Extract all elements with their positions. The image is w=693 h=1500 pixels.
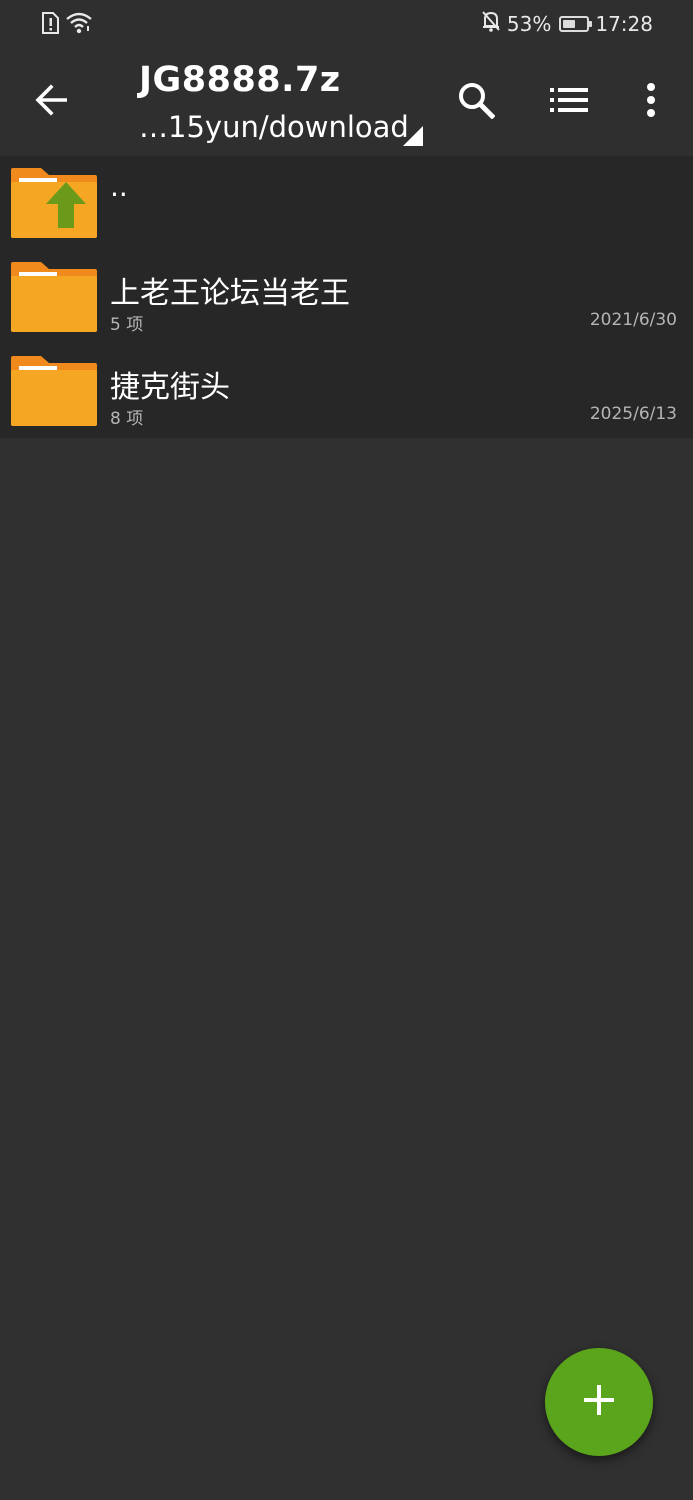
search-icon [457,81,496,123]
status-left [40,12,92,38]
plus-icon [584,1385,614,1419]
folder-up-icon [11,168,97,238]
list-item[interactable]: 上老王论坛当老王 5 项 2021/6/30 [0,250,693,344]
archive-title: JG8888.7z [139,60,341,100]
path-label: …15yun/download [139,110,409,144]
back-arrow-icon [35,84,69,120]
path-dropdown[interactable]: …15yun/download [139,110,429,150]
file-list: .. 上老王论坛当老王 5 项 2021/6/30 捷克街头 8 项 2025/… [0,156,693,438]
wifi-icon [66,12,92,38]
battery-icon [559,15,593,32]
list-item[interactable]: 捷克街头 8 项 2025/6/13 [0,344,693,438]
modified-date: 2021/6/30 [589,310,677,330]
folder-icon [11,262,97,332]
folder-icon [11,356,97,426]
back-button[interactable] [24,74,80,130]
battery-percent: 53% [506,11,552,36]
parent-folder-name: .. [110,170,128,203]
folder-name: 上老王论坛当老王 [110,276,350,311]
list-view-icon [550,87,588,117]
battery-fill [563,19,576,28]
view-mode-button[interactable] [541,74,597,130]
more-vert-icon [646,83,656,121]
item-count: 5 项 [110,315,144,335]
sim-alert-icon [40,12,60,38]
dropdown-triangle-icon [403,126,423,146]
more-options-button[interactable] [623,74,679,130]
clock: 17:28 [595,11,653,36]
add-fab-button[interactable] [545,1348,653,1456]
status-right: 53% 17:28 [481,10,653,37]
app-toolbar: JG8888.7z …15yun/download [0,48,693,156]
bell-off-icon [481,10,501,37]
search-button[interactable] [448,74,504,130]
modified-date: 2025/6/13 [589,404,677,424]
battery-cap [589,20,593,27]
status-bar: 53% 17:28 [0,0,693,48]
screen: 53% 17:28 JG8888.7z …15yun/download .. 上… [0,0,693,1500]
parent-folder-row[interactable]: .. [0,156,693,250]
item-count: 8 项 [110,409,144,429]
folder-name: 捷克街头 [110,370,230,405]
